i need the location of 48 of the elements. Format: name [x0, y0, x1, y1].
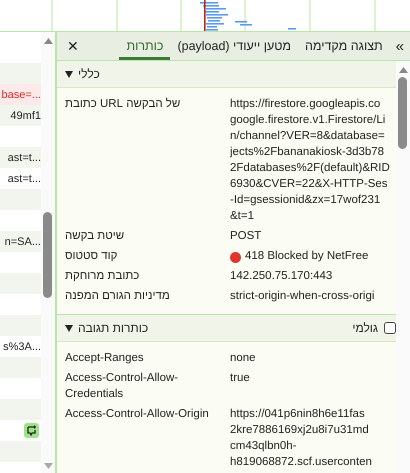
- expand-icon[interactable]: [65, 70, 73, 78]
- scroll-thumb[interactable]: [398, 77, 407, 149]
- header-name: קוד סטטוס: [65, 249, 118, 264]
- header-name: כתובת מרוחקת: [65, 269, 140, 284]
- tab[interactable]: מטען ייעודי (payload): [170, 32, 298, 60]
- scrollbar[interactable]: [41, 32, 57, 473]
- header-value: https://firestore.googleapis.co google.firestore.v1.Firestore/Li n/channel?VER=8&database= jects%2Fbananakiosk-3d3b78 2Fdatabases%2F(default)&RID 6930&CVER=22&X-HTTP-Ses -Id=gsessionid&zx=17wof231 &t=1: [230, 97, 390, 224]
- request-name[interactable]: 49mf1: [10, 110, 41, 122]
- section-title[interactable]: כללי: [78, 67, 100, 81]
- checkbox[interactable]: [384, 322, 396, 334]
- checkbox-label[interactable]: גולמי: [352, 321, 378, 335]
- request-name[interactable]: s%3A...: [3, 340, 41, 352]
- scroll-thumb[interactable]: [43, 212, 52, 298]
- request-name[interactable]: base=...: [2, 88, 41, 100]
- header-name: Access-Control-Allow-Credentials: [65, 371, 180, 402]
- request-name[interactable]: n=SA...: [4, 236, 41, 248]
- request-row[interactable]: ast=t...: [0, 147, 41, 168]
- request-row[interactable]: 49mf1: [0, 105, 41, 126]
- header-name: של הבקשה URL כתובת: [65, 96, 182, 112]
- request-name[interactable]: ast=t...: [8, 172, 41, 184]
- close-button[interactable]: ✕: [57, 32, 89, 60]
- request-row[interactable]: ast=t...: [0, 168, 41, 189]
- more-tabs-button[interactable]: »: [390, 32, 410, 60]
- header-name: Access-Control-Allow-Origin: [65, 407, 210, 422]
- header-value: 418 Blocked by NetFree: [245, 249, 368, 264]
- header-name: שיטת בקשה: [65, 229, 126, 244]
- header-value: POST: [230, 229, 262, 244]
- header-value: none: [230, 351, 256, 366]
- header-value: strict-origin-when-cross-origi: [230, 289, 374, 304]
- section-header[interactable]: כללי: [57, 61, 396, 88]
- request-row[interactable]: base=...: [0, 84, 41, 105]
- section-header[interactable]: כותרות תגובה גולמי: [57, 314, 396, 342]
- header-value: 142.250.75.170:443: [230, 269, 332, 284]
- request-row[interactable]: n=SA...: [0, 231, 41, 252]
- header-value: https://041p6nin8h6e11fas 2kre7886169xj2u8i7u31md cm43qlbn0h- h819068872.scf.userconten: [230, 407, 372, 470]
- header-name: Accept-Ranges: [65, 351, 145, 366]
- request-name[interactable]: ast=t...: [8, 152, 41, 164]
- expand-icon[interactable]: [65, 324, 73, 332]
- section-title[interactable]: כותרות תגובה: [78, 321, 148, 335]
- tab[interactable]: כותרות: [119, 32, 170, 60]
- scroll-up-icon[interactable]: [44, 38, 53, 44]
- header-value: true: [230, 371, 250, 386]
- tab[interactable]: תצוגה מקדימה: [298, 32, 390, 60]
- header-name: מדיניות הגורם המפנה: [65, 289, 171, 304]
- request-row[interactable]: s%3A...: [0, 336, 41, 357]
- scrollbar[interactable]: [396, 61, 410, 473]
- scroll-up-icon[interactable]: [399, 67, 408, 73]
- scroll-down-icon[interactable]: [44, 463, 53, 469]
